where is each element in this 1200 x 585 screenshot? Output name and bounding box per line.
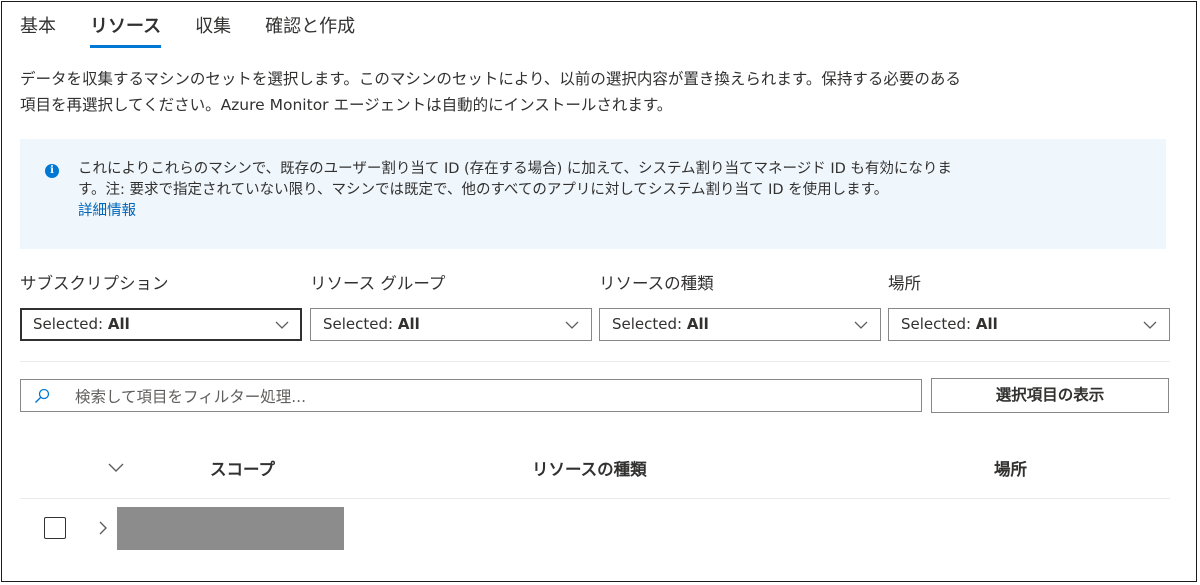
chevron-down-icon xyxy=(854,321,868,329)
search-box xyxy=(20,379,922,412)
learn-more-link[interactable]: 詳細情報 xyxy=(78,201,1158,222)
redacted-scope-name xyxy=(117,507,344,550)
dropdown-value: All xyxy=(107,315,130,333)
location-dropdown[interactable]: Selected: All xyxy=(888,308,1170,341)
filter-resource-group-label: リソース グループ xyxy=(310,274,446,293)
filter-subscription: サブスクリプション Selected: All xyxy=(20,270,302,341)
info-icon: i xyxy=(45,164,59,178)
search-icon xyxy=(35,388,50,403)
dropdown-prefix: Selected: xyxy=(901,315,976,333)
tab-bar: 基本 リソース 収集 確認と作成 xyxy=(20,10,389,50)
description-line-1: データを収集するマシンのセットを選択します。このマシンのセットにより、以前の選択… xyxy=(20,70,961,88)
tab-basics[interactable]: 基本 xyxy=(20,10,56,48)
info-text-line-1: これによりこれらのマシンで、既存のユーザー割り当て ID (存在する場合) に加… xyxy=(78,161,952,177)
tab-collect[interactable]: 収集 xyxy=(195,10,231,48)
dropdown-prefix: Selected: xyxy=(323,315,398,333)
resource-type-dropdown[interactable]: Selected: All xyxy=(599,308,881,341)
filter-location-label: 場所 xyxy=(888,274,921,293)
row-checkbox[interactable] xyxy=(44,517,66,539)
dropdown-prefix: Selected: xyxy=(33,315,108,333)
section-divider xyxy=(20,361,1170,362)
info-text-line-2: す。注: 要求で指定されていない限り、マシンでは既定で、他のすべてのアプリに対し… xyxy=(78,182,889,198)
dropdown-value: All xyxy=(686,315,709,333)
filter-location: 場所 Selected: All xyxy=(888,270,1170,341)
dropdown-prefix: Selected: xyxy=(612,315,687,333)
tab-resources[interactable]: リソース xyxy=(90,10,162,48)
show-selected-button[interactable]: 選択項目の表示 xyxy=(931,378,1169,413)
chevron-right-icon[interactable] xyxy=(96,519,110,537)
chevron-down-icon xyxy=(565,321,579,329)
table-header: スコープ リソースの種類 場所 xyxy=(20,440,1170,499)
column-header-scope[interactable]: スコープ xyxy=(210,456,275,480)
description-text: データを収集するマシンのセットを選択します。このマシンのセットにより、以前の選択… xyxy=(20,66,1180,118)
info-banner-text: これによりこれらのマシンで、既存のユーザー割り当て ID (存在する場合) に加… xyxy=(78,159,1158,222)
table-row[interactable] xyxy=(20,499,1170,559)
filter-subscription-label: サブスクリプション xyxy=(20,274,169,293)
chevron-down-icon xyxy=(275,321,289,329)
filter-resource-type: リソースの種類 Selected: All xyxy=(599,270,881,341)
description-line-2: 項目を再選択してください。Azure Monitor エージェントは自動的にイン… xyxy=(20,96,673,114)
chevron-down-icon xyxy=(1143,321,1157,329)
resource-group-dropdown[interactable]: Selected: All xyxy=(310,308,592,341)
filter-resource-group: リソース グループ Selected: All xyxy=(310,270,592,341)
chevron-down-icon[interactable] xyxy=(106,459,126,475)
search-input[interactable] xyxy=(73,382,897,411)
tab-review-create[interactable]: 確認と作成 xyxy=(265,10,355,48)
dropdown-value: All xyxy=(397,315,420,333)
filter-resource-type-label: リソースの種類 xyxy=(599,274,714,293)
column-header-location[interactable]: 場所 xyxy=(994,456,1027,480)
info-banner: i これによりこれらのマシンで、既存のユーザー割り当て ID (存在する場合) … xyxy=(20,139,1166,249)
dropdown-value: All xyxy=(975,315,998,333)
column-header-resource-type[interactable]: リソースの種類 xyxy=(532,456,647,480)
subscription-dropdown[interactable]: Selected: All xyxy=(20,308,302,341)
